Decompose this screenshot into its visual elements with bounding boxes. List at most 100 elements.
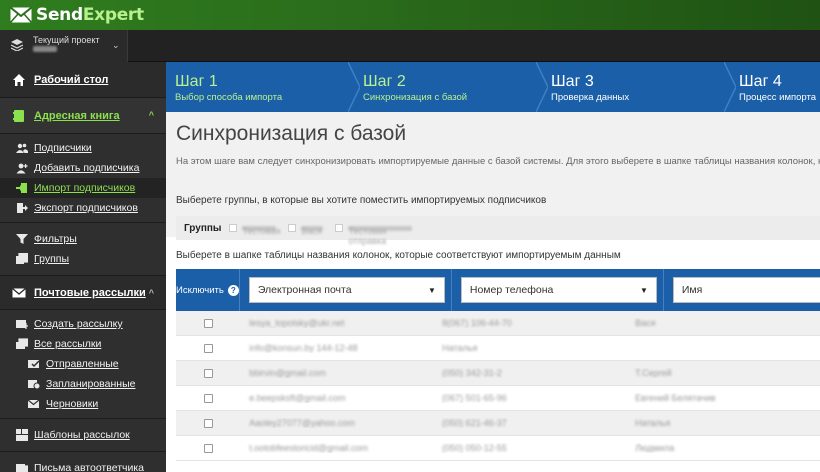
sidebar-item-label: Фильтры: [34, 233, 77, 245]
users-icon: [16, 142, 28, 154]
email-cell: lesya_topolsky@ukr.net: [241, 318, 434, 328]
import-steps: Шаг 1 Выбор способа импорта Шаг 2 Синхро…: [166, 62, 820, 112]
exclude-checkbox[interactable]: [204, 418, 214, 428]
groups-tab[interactable]: Группы: [176, 223, 229, 234]
cell-value: 8(067) 106-44-70: [442, 318, 512, 328]
cell-value: info@konsun.by 144-12-48: [249, 343, 358, 353]
phone-cell: Наталья: [434, 343, 627, 353]
sidebar-item-add-subscriber[interactable]: Добавить подписчика: [0, 158, 166, 178]
group-option[interactable]: Тестовая отправка: [335, 224, 413, 246]
sidebar-item-sent[interactable]: Отправленные: [0, 354, 166, 374]
sidebar-item-dashboard[interactable]: Рабочий стол: [0, 62, 166, 98]
sidebar-item-label: Адресная книга: [34, 109, 120, 122]
checkbox[interactable]: [288, 224, 297, 232]
sidebar-item-label: Письма автоответчика: [34, 462, 145, 472]
step-2[interactable]: Шаг 2 Синхронизация с базой: [354, 62, 548, 112]
step-title: Шаг 1: [175, 73, 218, 90]
phone-cell: (050) 050-12-55: [434, 443, 627, 453]
filters-groups-section: Фильтры Группы: [0, 223, 166, 276]
exclude-checkbox[interactable]: [204, 393, 214, 403]
chevron-down-icon[interactable]: ⌄: [112, 40, 120, 51]
mailings-submenu: Создать рассылку Все рассылки Отправленн…: [0, 310, 166, 419]
project-selector[interactable]: Текущий проект ⌄: [0, 30, 128, 62]
sidebar-item-filters[interactable]: Фильтры: [0, 229, 166, 249]
sidebar-item-templates[interactable]: Шаблоны рассылок: [0, 425, 166, 445]
logo-text-expert: Expert: [82, 5, 144, 25]
exclude-checkbox[interactable]: [204, 368, 214, 378]
logo-text: SendExpert: [36, 5, 144, 25]
table-row: lesya_topolsky@ukr.net 8(067) 106-44-70 …: [176, 311, 820, 336]
sidebar-item-label: Все рассылки: [34, 338, 102, 350]
step-subtitle: Проверка данных: [551, 92, 630, 103]
exclude-checkbox-cell: [176, 368, 241, 378]
group-option[interactable]: Тестовая: [229, 224, 281, 236]
step-title: Шаг 2: [363, 73, 406, 90]
cell-value: Т.Сергей: [635, 368, 672, 378]
step-4[interactable]: Шаг 4 Процесс импорта: [730, 62, 820, 112]
logo-text-send: Send: [36, 5, 83, 25]
step-3[interactable]: Шаг 3 Проверка данных: [542, 62, 736, 112]
sidebar-item-all-mailings[interactable]: Все рассылки: [0, 334, 166, 354]
group-name: Тестовая: [242, 225, 281, 236]
table-header: Исключить ? Электронная почта ▼ Номер тел…: [176, 269, 820, 311]
main-content: Шаг 1 Выбор способа импорта Шаг 2 Синхро…: [166, 62, 820, 472]
sidebar-item-drafts[interactable]: Черновики: [0, 394, 166, 414]
sidebar-item-export-subscribers[interactable]: Экспорт подписчиков: [0, 198, 166, 218]
email-cell: Aaoley27077@yahoo.com: [241, 418, 434, 428]
groups-selector: Группы Тестовая Вася Тестовая отправка: [176, 216, 820, 246]
sidebar-item-mailings[interactable]: Почтовые рассылки ^: [0, 276, 166, 310]
address-book-icon: [12, 109, 26, 123]
address-book-submenu: Подписчики Добавить подписчика Импорт по…: [0, 134, 166, 223]
cell-value: (050) 342-31-2: [442, 368, 502, 378]
sidebar-item-import-subscribers[interactable]: Импорт подписчиков: [0, 178, 166, 198]
export-icon: [16, 202, 28, 214]
group-option[interactable]: Вася: [288, 224, 324, 236]
checkbox[interactable]: [229, 224, 238, 232]
cell-value: Вася: [635, 318, 656, 328]
email-cell: e.beepsksft@gmail.com: [241, 393, 434, 403]
phone-cell: 8(067) 106-44-70: [434, 318, 627, 328]
autoresponder-icon: [16, 462, 28, 472]
sidebar-item-label: Запланированные: [46, 378, 136, 390]
sidebar-item-label: Импорт подписчиков: [34, 182, 136, 194]
chevron-up-icon[interactable]: ^: [149, 110, 154, 120]
column-select-email[interactable]: Электронная почта ▼: [248, 277, 445, 303]
layers-icon: [11, 39, 23, 51]
step-1[interactable]: Шаг 1 Выбор способа импорта: [166, 62, 360, 112]
table-row: bbirvin@gmail.com (050) 342-31-2 Т.Серге…: [176, 361, 820, 386]
sidebar-item-scheduled[interactable]: Запланированные: [0, 374, 166, 394]
exclude-header: Исключить ?: [176, 269, 240, 311]
phone-cell: (050) 621-46-37: [434, 418, 627, 428]
sidebar-item-create-mailing[interactable]: Создать рассылку: [0, 314, 166, 334]
column-select-name[interactable]: Имя: [672, 277, 820, 303]
logo[interactable]: SendExpert: [10, 5, 144, 25]
sidebar-item-groups[interactable]: Группы: [0, 249, 166, 269]
sidebar-item-autoresponder[interactable]: Письма автоответчика: [0, 458, 166, 472]
table-body: lesya_topolsky@ukr.net 8(067) 106-44-70 …: [176, 311, 820, 461]
step-subtitle: Процесс импорта: [739, 92, 817, 103]
step-title: Шаг 4: [739, 73, 782, 90]
help-icon[interactable]: ?: [227, 284, 239, 296]
exclude-checkbox[interactable]: [204, 318, 214, 328]
sidebar-item-subscribers[interactable]: Подписчики: [0, 138, 166, 158]
exclude-checkbox[interactable]: [204, 443, 214, 453]
envelope-draft-icon: [28, 398, 40, 410]
select-value: Имя: [681, 284, 703, 296]
envelope-logo-icon: [10, 7, 32, 23]
exclude-checkbox[interactable]: [204, 343, 214, 353]
column-select-phone[interactable]: Номер телефона ▼: [460, 277, 657, 303]
chevron-up-icon[interactable]: ^: [149, 288, 154, 298]
email-cell: info@konsun.by 144-12-48: [241, 343, 434, 353]
select-value: Номер телефона: [469, 284, 554, 296]
cell-value: Евгений Белятачив: [635, 393, 716, 403]
page-title: Синхронизация с базой: [176, 122, 407, 145]
groups-instruction: Выберете группы, в которые вы хотите пом…: [176, 195, 547, 206]
templates-section: Шаблоны рассылок: [0, 419, 166, 452]
caret-down-icon: ▼: [427, 285, 436, 295]
exclude-checkbox-cell: [176, 418, 241, 428]
sidebar-item-address-book[interactable]: Адресная книга ^: [0, 98, 166, 134]
import-table: Исключить ? Электронная почта ▼ Номер тел…: [176, 269, 820, 461]
checkbox[interactable]: [335, 224, 344, 232]
column-select-cell: Номер телефона ▼: [452, 269, 664, 311]
filter-icon: [16, 233, 28, 245]
